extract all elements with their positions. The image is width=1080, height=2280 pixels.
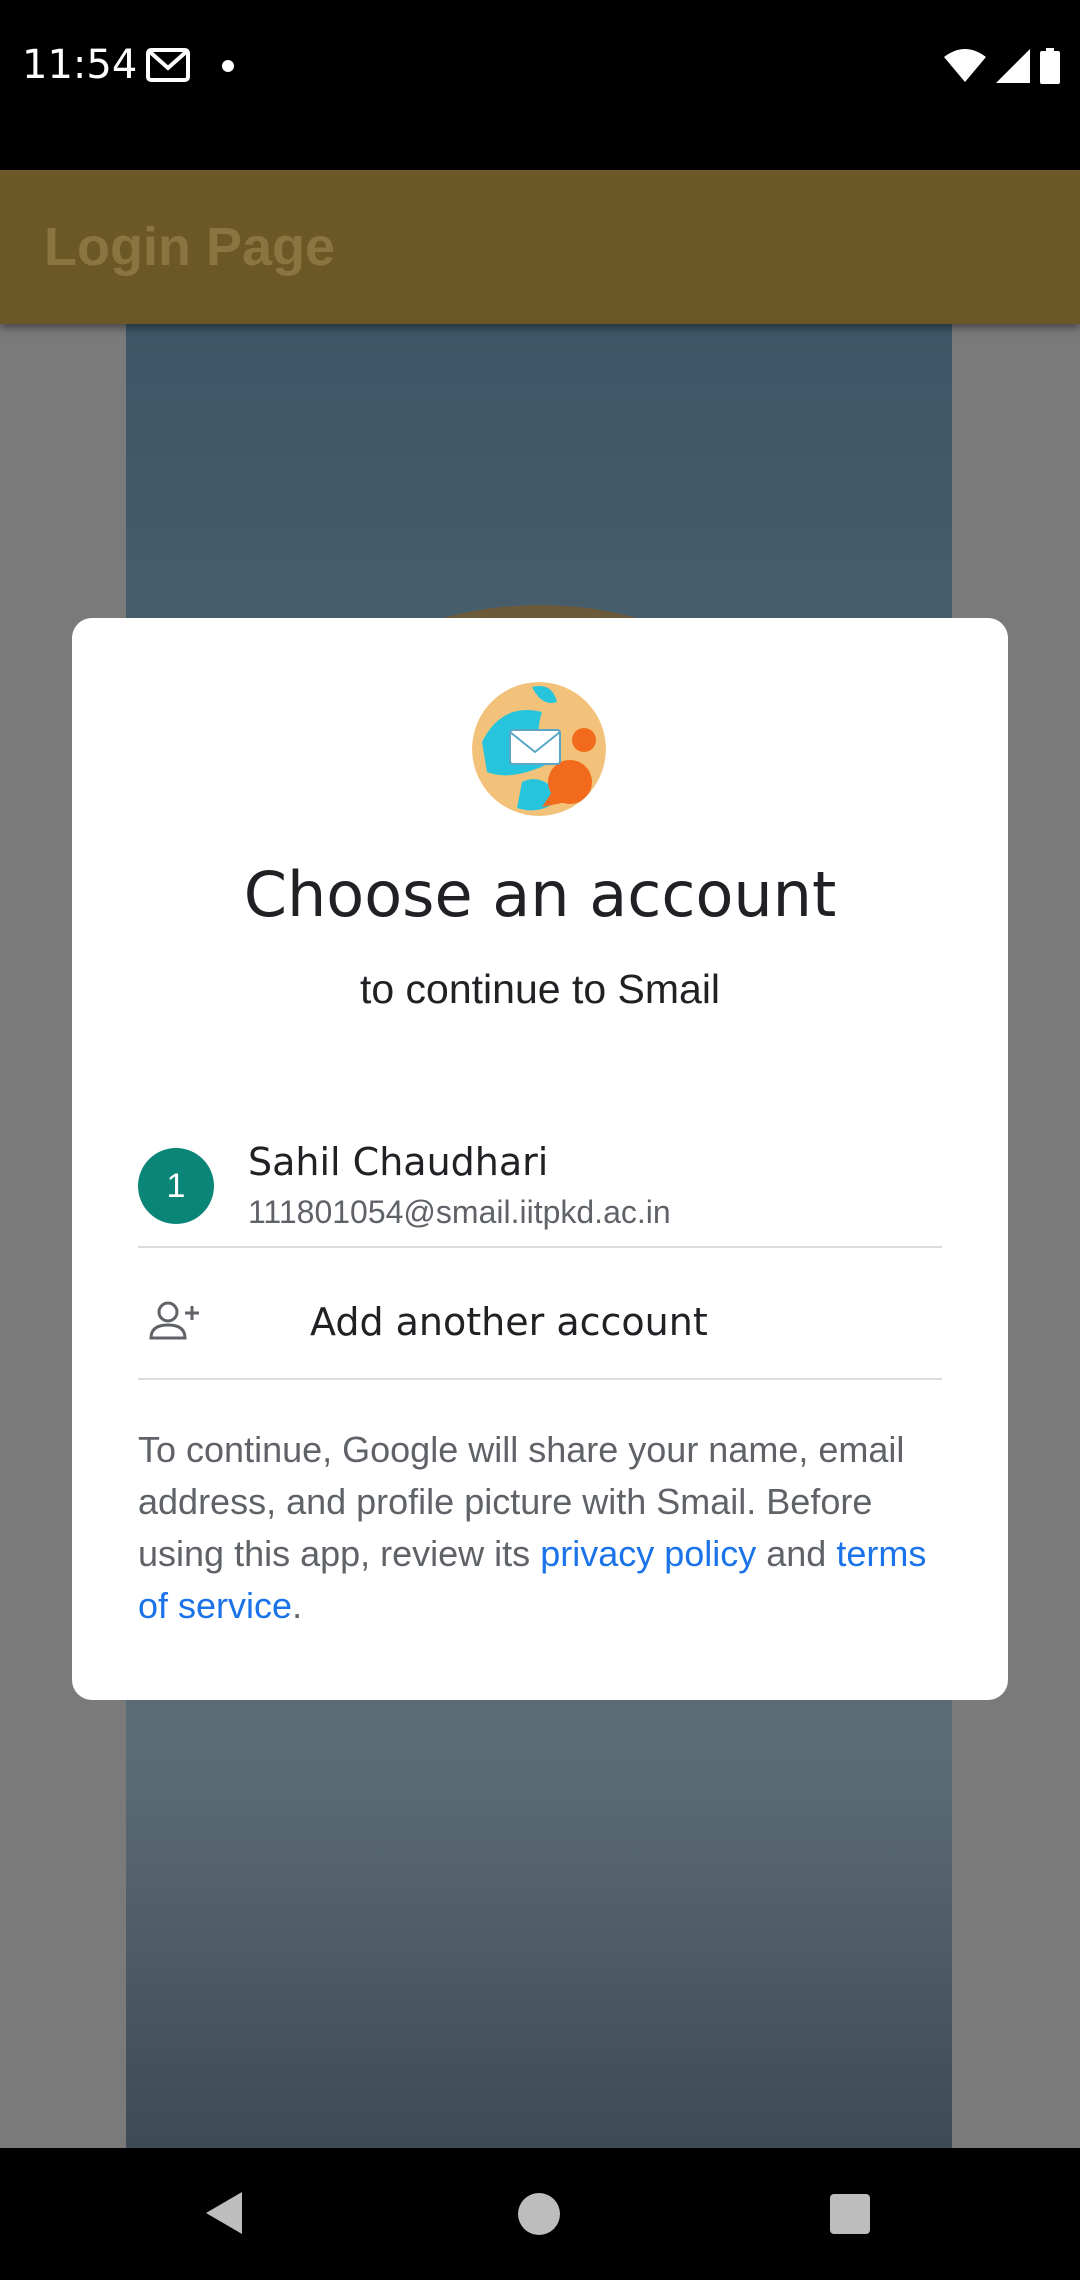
- dialog-title: Choose an account: [243, 858, 837, 931]
- account-email: 111801054@smail.iitpkd.ac.in: [248, 1194, 671, 1230]
- smail-logo: [472, 682, 606, 816]
- back-icon[interactable]: [204, 2190, 244, 2236]
- account-name: Sahil Chaudhari: [248, 1140, 549, 1184]
- divider: [138, 1378, 942, 1380]
- gmail-icon: [146, 48, 190, 82]
- battery-icon: [1040, 48, 1060, 84]
- dialog-subtitle: to continue to Smail: [359, 966, 721, 1012]
- account-item[interactable]: 1 Sahil Chaudhari 111801054@smail.iitpkd…: [138, 1116, 942, 1252]
- divider: [138, 1246, 942, 1248]
- account-chooser-dialog: Choose an account to continue to Smail 1…: [72, 618, 1008, 1700]
- person-add-icon: [149, 1301, 199, 1340]
- notification-dot-icon: [222, 60, 234, 72]
- disclaimer-text-3: .: [292, 1585, 303, 1626]
- wifi-icon: [944, 49, 986, 82]
- disclaimer-text: To continue, Google will share your name…: [138, 1424, 954, 1632]
- status-time: 11:54: [22, 42, 138, 88]
- privacy-policy-link[interactable]: privacy policy: [540, 1533, 756, 1574]
- signal-icon: [996, 49, 1030, 83]
- app-title: Login Page: [44, 217, 336, 277]
- status-bar: 11:54: [0, 0, 1080, 170]
- recents-icon[interactable]: [830, 2194, 870, 2234]
- disclaimer-text-2: and: [756, 1533, 837, 1574]
- avatar: 1: [138, 1148, 214, 1224]
- add-account-button[interactable]: Add another account: [138, 1256, 942, 1386]
- status-icons: [944, 46, 1060, 86]
- navigation-bar: [0, 2148, 1080, 2280]
- app-bar: Login Page: [0, 170, 1080, 324]
- add-account-label: Add another account: [310, 1300, 708, 1344]
- home-icon[interactable]: [518, 2193, 560, 2235]
